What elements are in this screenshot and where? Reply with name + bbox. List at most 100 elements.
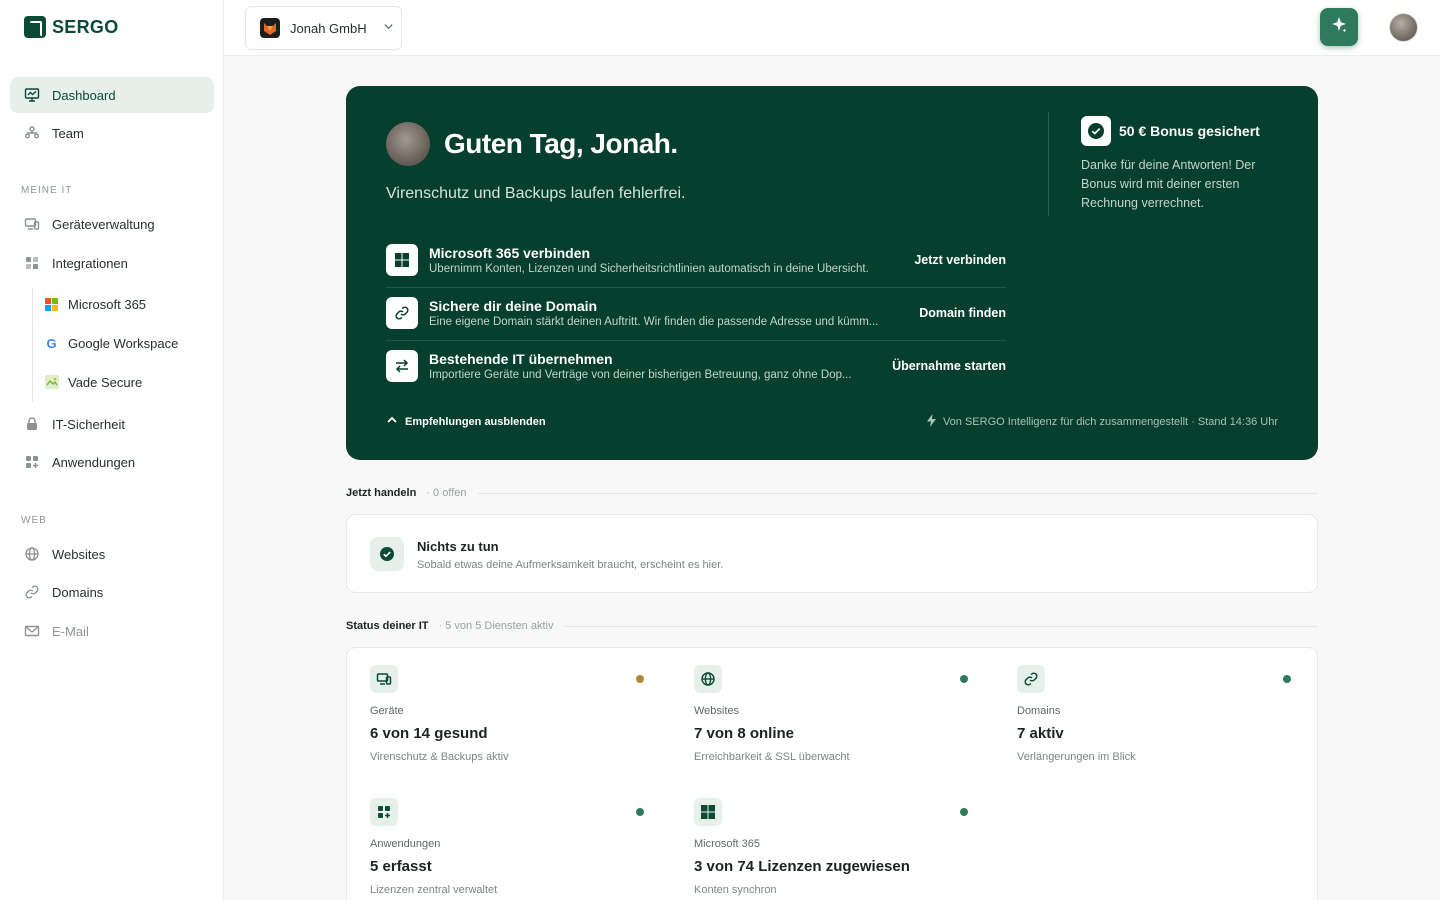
lock-icon [24, 416, 40, 432]
section-meta: · 5 von 5 Diensten aktiv [438, 620, 554, 632]
divider [386, 340, 1006, 341]
recommendation-description: Eine eigene Domain stärkt deinen Auftrit… [429, 316, 879, 328]
hide-recommendations-label: Empfehlungen ausblenden [405, 415, 546, 428]
tile-label: Domains [1017, 705, 1061, 717]
greeting-title: Guten Tag, Jonah. [444, 128, 678, 159]
sergo-logo-icon [24, 16, 46, 38]
windows-grid-icon [694, 798, 722, 826]
sidebar-item-integrationen[interactable]: Integrationen [10, 245, 214, 281]
status-tile-microsoft-365[interactable]: Microsoft 365 3 von 74 Lizenzen zugewies… [694, 798, 984, 900]
tile-value: 3 von 74 Lizenzen zugewiesen [694, 858, 910, 875]
status-tile-anwendungen[interactable]: Anwendungen 5 erfasst Lizenzen zentral v… [370, 798, 660, 900]
sidebar-item-label: Microsoft 365 [68, 296, 147, 312]
globe-icon [24, 546, 40, 562]
status-tile-websites[interactable]: Websites 7 von 8 online Erreichbarkeit &… [694, 665, 984, 775]
sidebar-item-domains[interactable]: Domains [10, 574, 214, 610]
apps-icon [370, 798, 398, 826]
recommendation-domain[interactable]: Sichere dir deine Domain Eine eigene Dom… [386, 291, 1006, 335]
sidebar: SERGO Dashboard Team MEINE IT Geräteverw… [0, 0, 224, 900]
team-icon [24, 125, 40, 141]
sidebar-item-e-mail[interactable]: E-Mail [10, 613, 214, 649]
tile-label: Geräte [370, 705, 404, 717]
sidebar-item-label: Geräteverwaltung [52, 216, 155, 232]
status-dot [960, 675, 968, 683]
bonus-text: Danke für deine Antworten! Der Bonus wir… [1081, 158, 1256, 210]
sidebar-item-it-sicherheit[interactable]: IT-Sicherheit [10, 406, 214, 442]
user-avatar[interactable] [1389, 13, 1418, 42]
sidebar-item-team[interactable]: Team [10, 115, 214, 151]
sidebar-item-websites[interactable]: Websites [10, 536, 214, 572]
apps-icon [24, 454, 40, 470]
chevron-up-icon [386, 414, 398, 429]
sidebar-item-geraeteverwaltung[interactable]: Geräteverwaltung [10, 206, 214, 242]
status-dot [636, 808, 644, 816]
organization-name: Jonah GmbH [290, 20, 367, 36]
tile-description: Lizenzen zentral verwaltet [370, 884, 498, 896]
organization-switcher[interactable]: Jonah GmbH [245, 6, 402, 50]
recommendation-title: Bestehende IT übernehmen [429, 351, 613, 367]
tile-label: Websites [694, 705, 740, 717]
brand-logo[interactable]: SERGO [24, 16, 119, 38]
lightning-icon [926, 414, 937, 430]
section-title: Status deiner IT [346, 620, 429, 632]
sidebar-item-label: Google Workspace [68, 335, 179, 351]
nav-section-meine-it: MEINE IT [21, 185, 73, 196]
tile-value: 6 von 14 gesund [370, 725, 488, 742]
sidebar-item-google-workspace[interactable]: G Google Workspace [34, 326, 214, 360]
tile-description: Virenschutz & Backups aktiv [370, 751, 509, 763]
integrations-tree-line [32, 288, 33, 402]
divider [386, 287, 1006, 288]
divider [565, 625, 1318, 627]
recommendation-takeover[interactable]: Bestehende IT übernehmen Importiere Gerä… [386, 344, 1006, 388]
start-takeover-button[interactable]: Übernahme starten [892, 359, 1006, 373]
recommendation-microsoft-365[interactable]: Microsoft 365 verbinden Übernimm Konten,… [386, 238, 1006, 282]
mail-icon [24, 623, 40, 639]
avatar [386, 122, 430, 166]
sidebar-item-microsoft-365[interactable]: Microsoft 365 [34, 287, 214, 321]
empty-state-title: Nichts zu tun [417, 539, 499, 554]
tile-description: Erreichbarkeit & SSL überwacht [694, 751, 850, 763]
tile-description: Konten synchron [694, 884, 777, 896]
windows-grid-icon [386, 244, 418, 276]
empty-state-description: Sobald etwas deine Aufmerksamkeit brauch… [417, 559, 724, 571]
microsoft-logo-icon [44, 297, 59, 312]
sidebar-item-label: Integrationen [52, 255, 128, 271]
divider [478, 492, 1318, 494]
status-tile-geraete[interactable]: Geräte 6 von 14 gesund Virenschutz & Bac… [370, 665, 660, 775]
sidebar-item-label: E-Mail [52, 623, 89, 639]
recommendation-description: Übernimm Konten, Lizenzen und Sicherheit… [429, 263, 869, 275]
tile-value: 5 erfasst [370, 858, 432, 875]
status-dot [1283, 675, 1291, 683]
check-circle-icon [370, 537, 404, 571]
section-meta: · 0 offen [426, 487, 467, 499]
status-tile-domains[interactable]: Domains 7 aktiv Verlängerungen im Blick [1017, 665, 1307, 775]
bonus-title: 50 € Bonus gesichert [1119, 123, 1260, 139]
organization-logo-icon [260, 18, 280, 38]
sidebar-item-label: Domains [52, 584, 104, 600]
tile-label: Anwendungen [370, 838, 441, 850]
sidebar-item-anwendungen[interactable]: Anwendungen [10, 444, 214, 480]
sidebar-item-label: Vade Secure [68, 374, 143, 390]
status-dot [636, 675, 644, 683]
link-icon [24, 584, 40, 600]
sidebar-item-dashboard[interactable]: Dashboard [10, 77, 214, 113]
connect-microsoft-button[interactable]: Jetzt verbinden [914, 253, 1006, 267]
sidebar-item-vade-secure[interactable]: Vade Secure [34, 365, 214, 399]
globe-icon [694, 665, 722, 693]
tile-value: 7 von 8 online [694, 725, 795, 742]
devices-icon [24, 216, 40, 232]
devices-icon [370, 665, 398, 693]
link-icon [1017, 665, 1045, 693]
hide-recommendations-button[interactable]: Empfehlungen ausblenden [386, 414, 546, 429]
sidebar-item-label: Team [52, 125, 84, 141]
sparkle-icon [1330, 16, 1348, 39]
find-domain-button[interactable]: Domain finden [919, 306, 1006, 320]
empty-state-card: Nichts zu tun Sobald etwas deine Aufmerk… [346, 514, 1318, 593]
brand-name: SERGO [52, 16, 119, 37]
section-header-status: Status deiner IT · 5 von 5 Diensten akti… [346, 618, 1318, 634]
chevron-down-icon [383, 21, 394, 35]
section-title: Jetzt handeln [346, 487, 417, 499]
topbar: Jonah GmbH [224, 0, 1440, 56]
link-icon [386, 297, 418, 329]
ai-assistant-button[interactable] [1320, 8, 1358, 46]
